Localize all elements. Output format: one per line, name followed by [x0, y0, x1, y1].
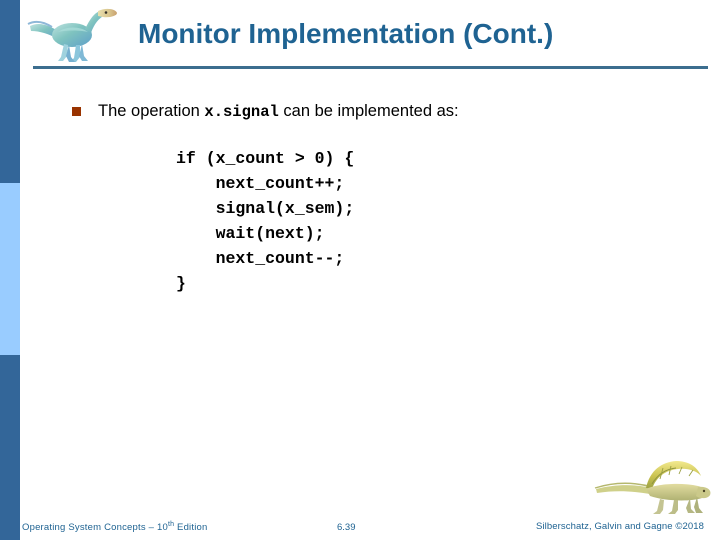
sidebar-bar-top — [0, 0, 20, 183]
slide-canvas: Monitor Implementation (Cont.) The opera… — [0, 0, 720, 540]
bullet-text: The operation x.signal can be implemente… — [98, 100, 459, 123]
footer-page-number: 6.39 — [337, 522, 356, 533]
footer-copyright: Silberschatz, Galvin and Gagne ©2018 — [536, 521, 704, 532]
title-divider — [33, 66, 708, 69]
sidebar-bar-middle-highlight — [0, 183, 20, 355]
bullet-text-after: can be implemented as: — [278, 102, 459, 120]
footer-edition: Operating System Concepts – 10th Edition — [22, 521, 207, 533]
page-title: Monitor Implementation (Cont.) — [138, 18, 554, 49]
sidebar-bar-bottom — [0, 355, 20, 540]
bullet-text-before: The operation — [98, 102, 205, 120]
code-block: if (x_count > 0) { next_count++; signal(… — [176, 149, 355, 293]
bullet-item: The operation x.signal can be implemente… — [72, 100, 459, 123]
footer-edition-suffix: Edition — [174, 522, 208, 534]
footer-edition-prefix: Operating System Concepts – 10 — [22, 522, 168, 534]
square-bullet-icon — [72, 107, 81, 116]
dimetrodon-icon — [594, 456, 712, 516]
dinosaur-logo-icon — [24, 4, 120, 66]
bullet-code-term: x.signal — [204, 103, 279, 121]
